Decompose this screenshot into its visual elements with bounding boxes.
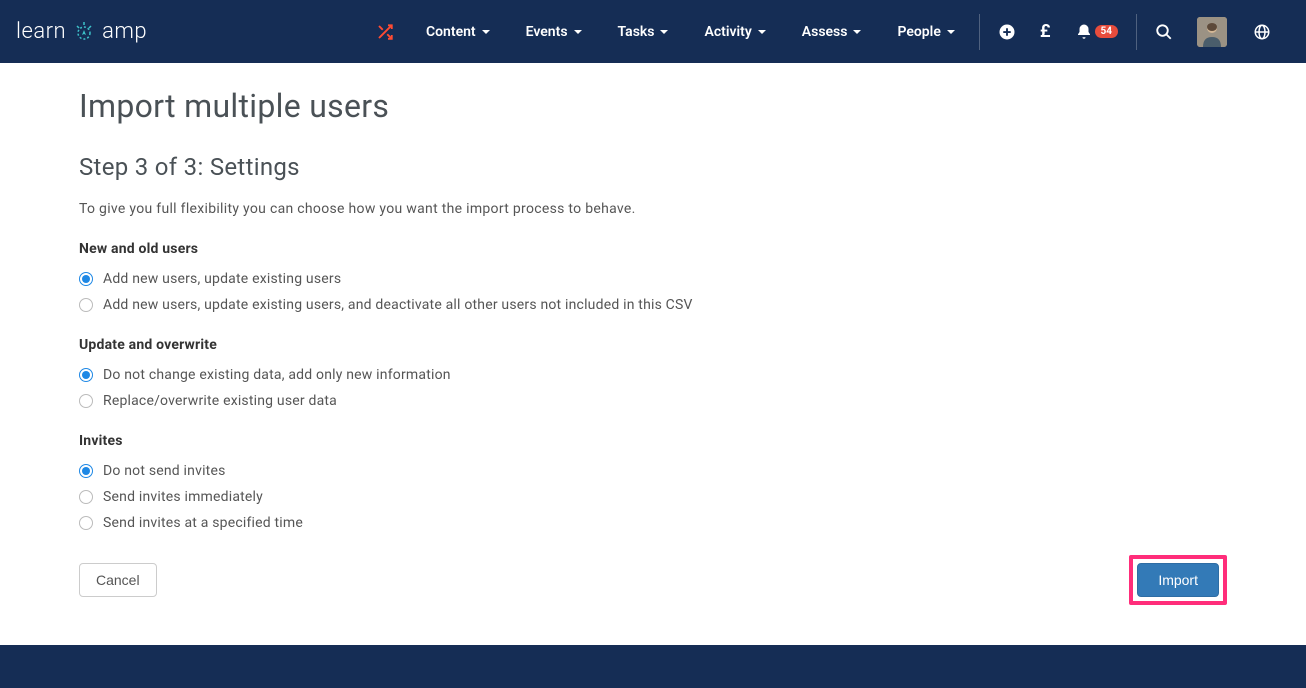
chevron-down-icon bbox=[947, 30, 955, 34]
nav-tasks[interactable]: Tasks bbox=[600, 0, 687, 63]
nav-label: Content bbox=[426, 24, 476, 40]
bell-icon bbox=[1075, 23, 1093, 41]
lightbulb-icon bbox=[70, 18, 98, 46]
language-button[interactable] bbox=[1239, 23, 1290, 41]
radio-label: Send invites immediately bbox=[103, 489, 263, 505]
nav-assess[interactable]: Assess bbox=[784, 0, 880, 63]
radio-option[interactable]: Do not send invites bbox=[79, 463, 1227, 479]
radio-option[interactable]: Add new users, update existing users bbox=[79, 271, 1227, 287]
nav-people[interactable]: People bbox=[879, 0, 972, 63]
divider bbox=[979, 14, 980, 50]
main-nav: Content Events Tasks Activity Assess Peo… bbox=[408, 0, 973, 63]
radio-group-invites: Do not send invites Send invites immedia… bbox=[79, 463, 1227, 531]
radio-input[interactable] bbox=[79, 516, 93, 530]
top-navbar: learn amp Content Events Tasks bbox=[0, 0, 1306, 63]
logo-text-right: amp bbox=[102, 19, 147, 44]
radio-option[interactable]: Send invites at a specified time bbox=[79, 515, 1227, 531]
radio-label: Add new users, update existing users bbox=[103, 271, 341, 287]
nav-label: People bbox=[897, 24, 940, 40]
notification-badge: 54 bbox=[1095, 25, 1118, 38]
divider bbox=[1136, 14, 1137, 50]
nav-label: Events bbox=[526, 24, 568, 40]
radio-option[interactable]: Do not change existing data, add only ne… bbox=[79, 367, 1227, 383]
avatar bbox=[1197, 17, 1227, 47]
radio-label: Replace/overwrite existing user data bbox=[103, 393, 337, 409]
chevron-down-icon bbox=[482, 30, 490, 34]
footer bbox=[0, 645, 1306, 688]
import-highlight: Import bbox=[1129, 555, 1227, 605]
pound-icon: £ bbox=[1040, 21, 1051, 42]
radio-group-update: Do not change existing data, add only ne… bbox=[79, 367, 1227, 409]
radio-input[interactable] bbox=[79, 368, 93, 382]
currency-button[interactable]: £ bbox=[1028, 0, 1063, 63]
notifications-button[interactable]: 54 bbox=[1063, 0, 1130, 63]
radio-label: Do not change existing data, add only ne… bbox=[103, 367, 451, 383]
page-title: Import multiple users bbox=[79, 87, 1227, 125]
action-row: Cancel Import bbox=[79, 555, 1227, 605]
chevron-down-icon bbox=[574, 30, 582, 34]
brand-logo[interactable]: learn amp bbox=[16, 18, 147, 46]
radio-option[interactable]: Send invites immediately bbox=[79, 489, 1227, 505]
radio-input[interactable] bbox=[79, 490, 93, 504]
radio-label: Add new users, update existing users, an… bbox=[103, 297, 693, 313]
radio-option[interactable]: Replace/overwrite existing user data bbox=[79, 393, 1227, 409]
cancel-button[interactable]: Cancel bbox=[79, 563, 157, 597]
radio-label: Send invites at a specified time bbox=[103, 515, 303, 531]
radio-label: Do not send invites bbox=[103, 463, 226, 479]
import-button[interactable]: Import bbox=[1137, 563, 1219, 597]
globe-icon bbox=[1253, 23, 1271, 41]
radio-input[interactable] bbox=[79, 394, 93, 408]
main-content: Import multiple users Step 3 of 3: Setti… bbox=[79, 63, 1227, 645]
nav-label: Tasks bbox=[618, 24, 655, 40]
search-icon bbox=[1155, 23, 1173, 41]
shuffle-icon[interactable] bbox=[362, 23, 408, 41]
radio-option[interactable]: Add new users, update existing users, an… bbox=[79, 297, 1227, 313]
logo-text-left: learn bbox=[16, 19, 66, 44]
section-label-update: Update and overwrite bbox=[79, 337, 1227, 353]
chevron-down-icon bbox=[758, 30, 766, 34]
profile-button[interactable] bbox=[1185, 0, 1239, 63]
nav-events[interactable]: Events bbox=[508, 0, 600, 63]
nav-label: Assess bbox=[802, 24, 848, 40]
chevron-down-icon bbox=[660, 30, 668, 34]
radio-input[interactable] bbox=[79, 298, 93, 312]
nav-label: Activity bbox=[704, 24, 751, 40]
radio-input[interactable] bbox=[79, 272, 93, 286]
radio-group-new-old: Add new users, update existing users Add… bbox=[79, 271, 1227, 313]
step-title: Step 3 of 3: Settings bbox=[79, 153, 1227, 181]
add-button[interactable] bbox=[986, 0, 1028, 63]
search-button[interactable] bbox=[1143, 0, 1185, 63]
description: To give you full flexibility you can cho… bbox=[79, 201, 1227, 217]
section-label-new-old: New and old users bbox=[79, 241, 1227, 257]
radio-input[interactable] bbox=[79, 464, 93, 478]
section-label-invites: Invites bbox=[79, 433, 1227, 449]
chevron-down-icon bbox=[853, 30, 861, 34]
nav-activity[interactable]: Activity bbox=[686, 0, 783, 63]
nav-content[interactable]: Content bbox=[408, 0, 508, 63]
